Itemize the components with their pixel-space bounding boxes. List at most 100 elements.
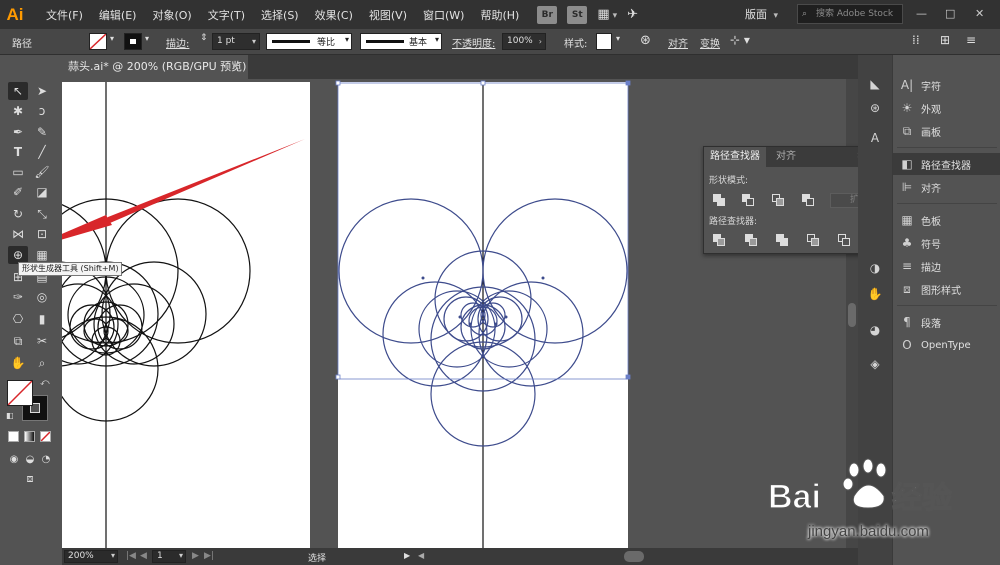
brushes-icon[interactable]: ✋ — [865, 285, 885, 303]
draw-inside-icon[interactable]: ◔ — [36, 450, 56, 468]
align-panel-icon[interactable]: ⊞ — [940, 33, 950, 47]
gradient-mode-icon[interactable] — [24, 431, 35, 442]
style-dropdown-icon[interactable]: ▾ — [616, 34, 620, 43]
pen-tool-icon[interactable]: ✒ — [8, 123, 28, 141]
navigator-icon[interactable]: ⊛ — [865, 99, 885, 117]
paintbrush-tool-icon[interactable]: 🖌 — [32, 163, 52, 181]
default-fill-stroke-icon[interactable]: ◧ — [6, 411, 14, 420]
eyedropper-tool-icon[interactable]: ✑ — [8, 288, 28, 306]
stroke-label[interactable]: 描边: — [166, 35, 189, 50]
dock-item-opentype[interactable]: O OpenType — [893, 334, 1000, 356]
width-tool-icon[interactable]: ⋈ — [8, 225, 28, 243]
variable-width-profile[interactable]: 等比 ▾ — [266, 33, 352, 50]
artboard-number-field[interactable]: 1 ▾ — [152, 550, 186, 563]
dock-item-paragraph[interactable]: ¶ 段落 — [893, 311, 1000, 333]
exclude-button[interactable] — [801, 193, 816, 208]
dock-item-swatches[interactable]: ▦ 色板 — [893, 209, 1000, 231]
swap-fill-stroke-icon[interactable]: ⤺ — [40, 378, 50, 388]
type-tool-icon[interactable]: T — [8, 143, 28, 161]
intersect-button[interactable] — [771, 193, 786, 208]
arrange-documents-icon[interactable]: ▦ ▾ — [597, 7, 617, 22]
status-menu-icon[interactable]: ▶ — [404, 551, 410, 560]
eraser-tool-icon[interactable]: ◪ — [32, 183, 52, 201]
dock-item-align[interactable]: ⊫ 对齐 — [893, 176, 1000, 198]
dock-item-symbols[interactable]: ♣ 符号 — [893, 232, 1000, 254]
gpu-performance-icon[interactable]: ✈ — [627, 7, 638, 22]
panel-menu-icon[interactable]: ≡ — [966, 33, 976, 47]
fill-dropdown-icon[interactable]: ▾ — [110, 34, 114, 43]
dock-item-stroke[interactable]: ≡ 描边 — [893, 255, 1000, 277]
garlic-artwork-selected[interactable] — [338, 82, 628, 548]
dock-item-graphic-styles[interactable]: ⧈ 图形样式 — [893, 278, 1000, 300]
graphic-style-swatch[interactable] — [596, 33, 612, 50]
stock-button[interactable]: St — [567, 5, 588, 24]
column-graph-tool-icon[interactable]: ▮ — [32, 310, 52, 328]
menu-type[interactable]: 文字(T) — [200, 7, 253, 23]
workspace-switcher[interactable]: 版面 ▾ — [745, 6, 778, 22]
transparency-icon[interactable]: ◑ — [865, 259, 885, 277]
stroke-swatch[interactable] — [124, 33, 142, 50]
free-transform-tool-icon[interactable]: ⊡ — [32, 225, 52, 243]
blend-tool-icon[interactable]: ◎ — [32, 288, 52, 306]
zoom-tool-icon[interactable]: ⌕ — [32, 354, 52, 372]
garlic-artwork-black[interactable] — [62, 82, 251, 548]
document-tab[interactable]: 蒜头.ai* @ 200% (RGB/GPU 预览) ✕ — [62, 55, 248, 79]
brush-definition[interactable]: 基本 ▾ — [360, 33, 442, 50]
color-palette-icon[interactable]: ◕ — [865, 321, 885, 339]
crop-button[interactable] — [806, 233, 821, 248]
color-mode-icon[interactable] — [8, 431, 19, 442]
magic-wand-tool-icon[interactable]: ✱ — [8, 102, 28, 120]
close-button[interactable]: ✕ — [975, 7, 984, 20]
transform-link[interactable]: 变换 — [700, 35, 720, 50]
stock-search-input[interactable]: ⌕ 搜索 Adobe Stock — [797, 4, 903, 24]
bounding-handle-mid-left[interactable] — [335, 374, 341, 380]
screen-mode-icon[interactable]: ⧈ — [20, 470, 40, 488]
tab-pathfinder[interactable]: 路径查找器 — [704, 147, 766, 167]
zoom-field[interactable]: 200% ▾ — [64, 550, 118, 563]
fill-swatch[interactable] — [89, 33, 107, 50]
transform-options-icon[interactable]: ⊹ ▾ — [730, 33, 750, 47]
color-guide-icon[interactable]: ◣ — [865, 75, 885, 93]
unite-button[interactable] — [712, 193, 727, 208]
stroke-stepper-icon[interactable]: ⇕ — [200, 33, 208, 43]
next-artboard-icon[interactable]: ▶ — [192, 551, 199, 561]
stroke-dropdown-icon[interactable]: ▾ — [145, 34, 149, 43]
opacity-label[interactable]: 不透明度: — [452, 35, 495, 50]
scale-tool-icon[interactable]: ⤡ — [32, 205, 52, 223]
symbol-sprayer-tool-icon[interactable]: ⎔ — [8, 310, 28, 328]
arrange-panel-icon[interactable]: ⁞⁞ — [912, 33, 920, 47]
slice-tool-icon[interactable]: ✂ — [32, 332, 52, 350]
menu-view[interactable]: 视图(V) — [361, 7, 415, 23]
menu-object[interactable]: 对象(O) — [144, 7, 199, 23]
dock-item-pathfinder[interactable]: ◧ 路径查找器 — [893, 153, 1000, 175]
trim-button[interactable] — [744, 233, 759, 248]
direct-selection-tool-icon[interactable]: ➤ — [32, 82, 52, 100]
divide-button[interactable] — [712, 233, 727, 248]
lasso-tool-icon[interactable]: ↄ — [32, 102, 52, 120]
dock-item-character[interactable]: A| 字符 — [893, 74, 1000, 96]
character-styles-icon[interactable]: A — [865, 129, 885, 147]
minimize-button[interactable]: — — [916, 7, 927, 20]
last-artboard-icon[interactable]: ▶| — [204, 551, 214, 561]
stroke-weight-field[interactable]: 1 pt ▾ — [212, 33, 260, 50]
recolor-artwork-icon[interactable]: ⊛ — [640, 33, 651, 48]
menu-window[interactable]: 窗口(W) — [415, 7, 472, 23]
bounding-handle-top-center[interactable] — [480, 80, 486, 86]
scroll-left-icon[interactable]: ◀ — [418, 551, 424, 560]
selection-tool-icon[interactable]: ↖ — [8, 82, 28, 100]
minus-front-button[interactable] — [741, 193, 756, 208]
rotate-tool-icon[interactable]: ↻ — [8, 205, 28, 223]
menu-edit[interactable]: 编辑(E) — [91, 7, 145, 23]
merge-button[interactable] — [775, 233, 790, 248]
dock-item-appearance[interactable]: ☀ 外观 — [893, 97, 1000, 119]
align-link[interactable]: 对齐 — [668, 35, 688, 50]
artboard-tool-icon[interactable]: ⧉ — [8, 332, 28, 350]
layers-icon[interactable]: ◈ — [865, 355, 885, 373]
fill-color-box[interactable] — [7, 380, 33, 406]
close-tab-icon[interactable]: ✕ — [231, 55, 240, 79]
shaper-tool-icon[interactable]: ✐ — [8, 183, 28, 201]
menu-file[interactable]: 文件(F) — [38, 7, 91, 23]
tab-align[interactable]: 对齐 — [770, 147, 802, 167]
curvature-tool-icon[interactable]: ✎ — [32, 123, 52, 141]
previous-artboard-icon[interactable]: ◀ — [140, 551, 147, 561]
